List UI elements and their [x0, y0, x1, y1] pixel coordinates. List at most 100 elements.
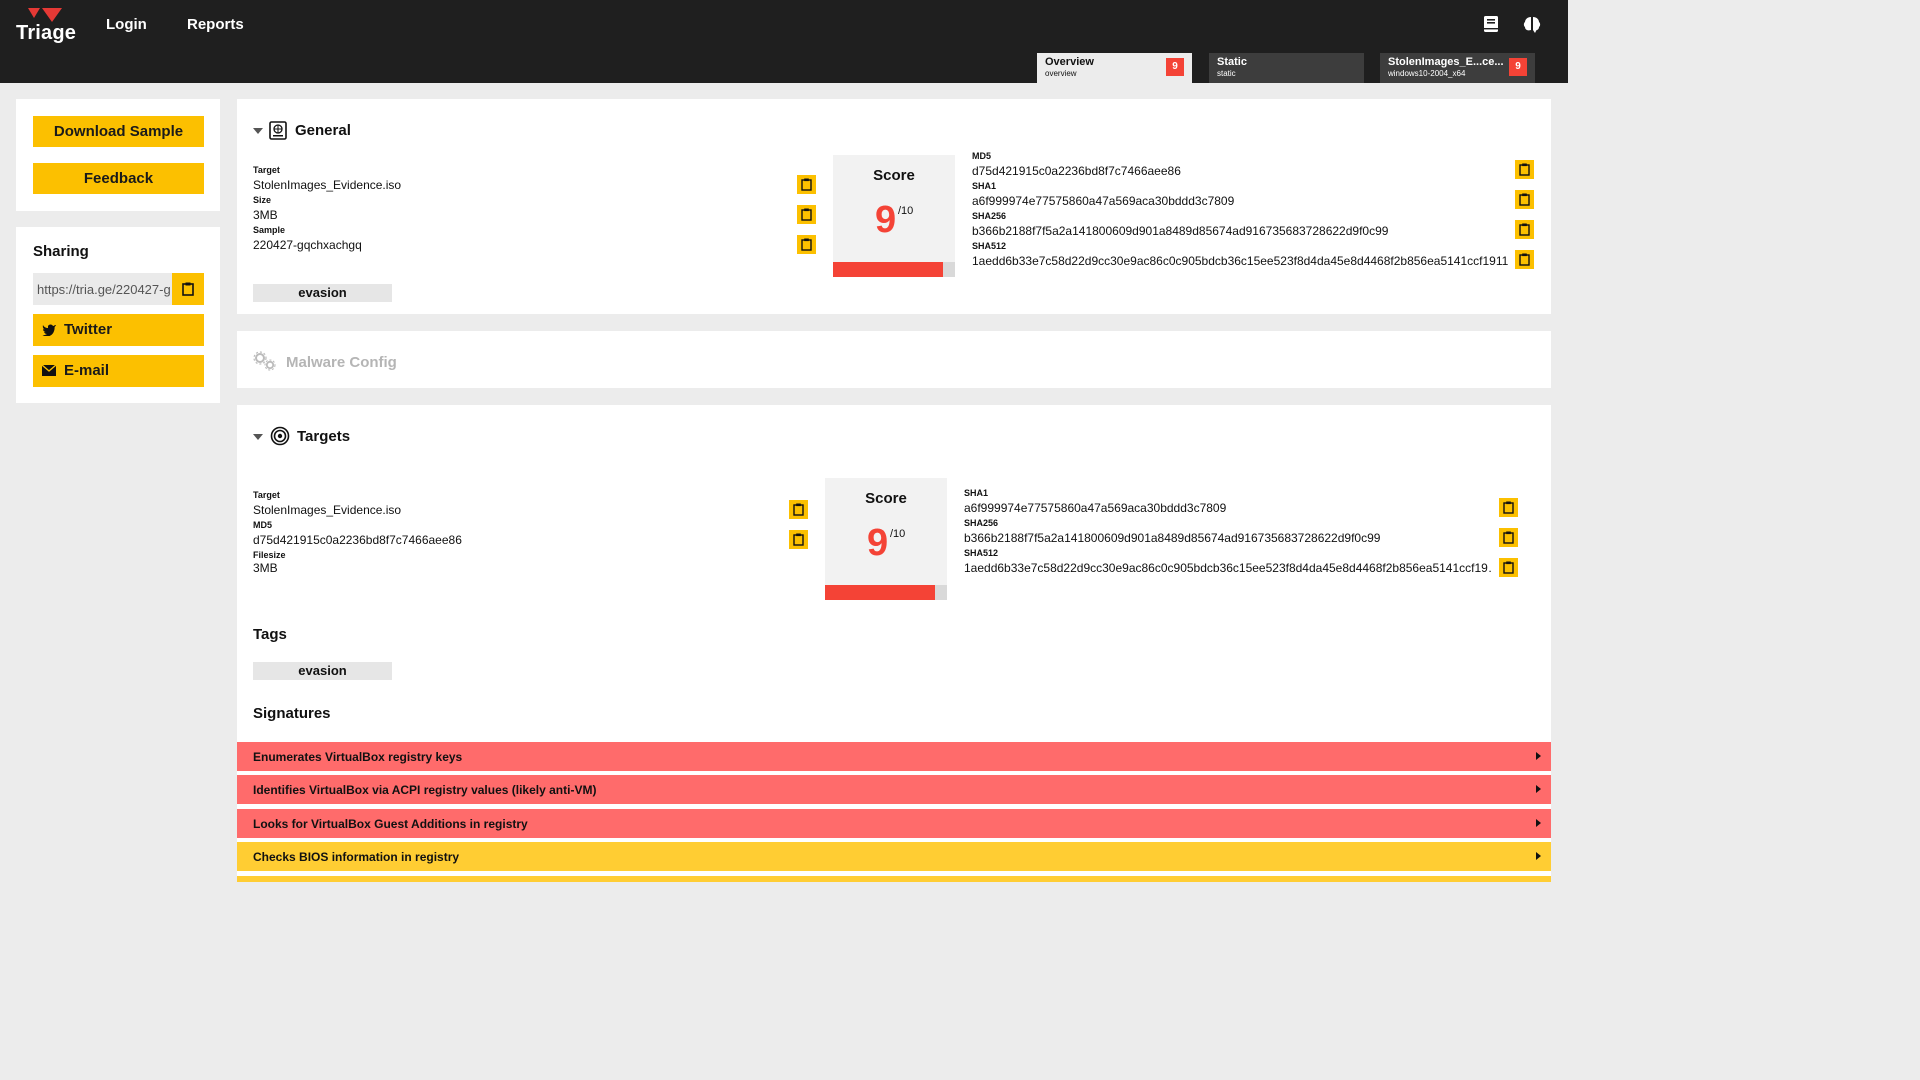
expand-arrow-icon	[1536, 785, 1541, 793]
sha256-label: SHA256	[964, 518, 999, 528]
copy-sha256-button[interactable]	[1515, 220, 1534, 239]
clipboard-icon	[182, 282, 194, 296]
score-bar	[825, 585, 947, 600]
sha512-value: 1aedd6b33e7c58d22d9cc30e9ac86c0c905bdcb3…	[964, 561, 1492, 575]
target-label: Target	[253, 165, 280, 175]
tab-static[interactable]: Static static	[1209, 53, 1364, 83]
clipboard-icon	[801, 208, 812, 221]
twitter-icon	[42, 324, 56, 336]
tab-overview[interactable]: Overview overview 9	[1037, 53, 1192, 83]
tag-evasion: evasion	[253, 284, 392, 302]
sha256-value: b366b2188f7f5a2a141800609d901a8489d85674…	[964, 531, 1381, 545]
score-title: Score	[873, 167, 915, 184]
tab-title: StolenImages_E...ce...	[1388, 56, 1504, 68]
score-title: Score	[865, 490, 907, 507]
brain-icon[interactable]	[1522, 14, 1542, 34]
clipboard-icon	[1503, 531, 1514, 544]
targets-score-box: Score 9 /10	[825, 478, 947, 600]
signatures-title: Signatures	[253, 705, 331, 722]
copy-sha1-button[interactable]	[1499, 498, 1518, 517]
twitter-label: Twitter	[64, 321, 113, 338]
tab-title: Overview	[1045, 56, 1094, 68]
md5-label: MD5	[253, 520, 273, 530]
size-label: Size	[253, 195, 272, 205]
md5-value: d75d421915c0a2236bd8f7c7466aee86	[972, 164, 1181, 178]
triage-logo[interactable]: Triage	[16, 8, 76, 44]
score-value: 9	[875, 199, 897, 241]
general-score-box: Score 9 /10	[833, 155, 955, 277]
copy-target-button[interactable]	[797, 175, 816, 194]
collapse-targets-caret[interactable]	[253, 434, 263, 440]
twitter-share-button[interactable]: Twitter	[33, 314, 204, 346]
signature-label: Enumerates VirtualBox registry keys	[253, 750, 463, 764]
gears-icon	[253, 351, 276, 371]
sha1-value: a6f999974e77575860a47a569aca30bddd3c7809	[964, 501, 1227, 515]
signature-row-partial[interactable]	[237, 876, 1551, 882]
score-badge: 9	[1166, 58, 1184, 76]
download-sample-button[interactable]: Download Sample	[33, 116, 204, 147]
copy-share-url-button[interactable]	[172, 273, 204, 305]
general-title: General	[295, 122, 351, 139]
sha256-label: SHA256	[972, 211, 1007, 221]
copy-size-button[interactable]	[797, 205, 816, 224]
signature-row[interactable]: Identifies VirtualBox via ACPI registry …	[237, 775, 1551, 804]
envelope-icon	[42, 365, 56, 376]
target-icon	[270, 426, 290, 446]
feedback-button[interactable]: Feedback	[33, 163, 204, 194]
target-value: StolenImages_Evidence.iso	[253, 178, 402, 192]
signature-row[interactable]: Enumerates VirtualBox registry keys	[237, 742, 1551, 771]
clipboard-icon	[793, 503, 804, 516]
clipboard-icon	[801, 238, 812, 251]
score-value: 9	[867, 522, 889, 564]
tag-evasion: evasion	[253, 662, 392, 680]
tab-sample-run[interactable]: StolenImages_E...ce... windows10-2004_x6…	[1380, 53, 1535, 83]
collapse-general-caret[interactable]	[253, 128, 263, 134]
document-globe-icon	[269, 121, 287, 140]
nav-login[interactable]: Login	[106, 16, 147, 33]
score-bar-fill	[825, 585, 935, 600]
sample-label: Sample	[253, 225, 286, 235]
copy-sha1-button[interactable]	[1515, 190, 1534, 209]
signature-label: Identifies VirtualBox via ACPI registry …	[253, 783, 597, 797]
signature-label: Checks BIOS information in registry	[253, 850, 460, 864]
logo-text: Triage	[16, 22, 77, 44]
signature-row[interactable]: Checks BIOS information in registry	[237, 842, 1551, 871]
tab-title: Static	[1217, 56, 1247, 68]
score-max: /10	[898, 205, 914, 217]
sample-value: 220427-gqchxachgq	[253, 238, 362, 252]
top-bar: Triage Login Reports Overview overview 9…	[0, 0, 1568, 83]
target-value: StolenImages_Evidence.iso	[253, 503, 402, 517]
copy-sha512-button[interactable]	[1499, 558, 1518, 577]
clipboard-icon	[801, 178, 812, 191]
sha512-label: SHA512	[972, 241, 1007, 251]
book-icon[interactable]	[1481, 14, 1501, 34]
nav-reports[interactable]: Reports	[187, 16, 244, 33]
email-share-button[interactable]: E-mail	[33, 355, 204, 387]
score-badge: 9	[1509, 58, 1527, 76]
tab-subtitle: windows10-2004_x64	[1388, 69, 1466, 78]
score-bar	[833, 262, 955, 277]
signature-label: Looks for VirtualBox Guest Additions in …	[253, 817, 528, 831]
tab-subtitle: overview	[1045, 69, 1077, 78]
sha512-value: 1aedd6b33e7c58d22d9cc30e9ac86c0c905bdcb3…	[972, 254, 1508, 268]
copy-target-button[interactable]	[789, 500, 808, 519]
malware-config-title: Malware Config	[286, 354, 397, 371]
sharing-title: Sharing	[33, 243, 89, 260]
md5-label: MD5	[972, 151, 992, 161]
clipboard-icon	[1519, 163, 1530, 176]
filesize-value: 3MB	[253, 561, 278, 575]
share-url-input[interactable]	[33, 273, 172, 305]
signature-row[interactable]: Looks for VirtualBox Guest Additions in …	[237, 809, 1551, 838]
email-label: E-mail	[64, 362, 110, 379]
copy-md5-button[interactable]	[789, 530, 808, 549]
sha1-value: a6f999974e77575860a47a569aca30bddd3c7809	[972, 194, 1235, 208]
score-bar-fill	[833, 262, 943, 277]
copy-sha256-button[interactable]	[1499, 528, 1518, 547]
copy-sample-button[interactable]	[797, 235, 816, 254]
clipboard-icon	[1503, 501, 1514, 514]
copy-md5-button[interactable]	[1515, 160, 1534, 179]
malware-config-panel[interactable]	[237, 331, 1551, 388]
clipboard-icon	[793, 533, 804, 546]
tags-title: Tags	[253, 626, 287, 643]
copy-sha512-button[interactable]	[1515, 250, 1534, 269]
